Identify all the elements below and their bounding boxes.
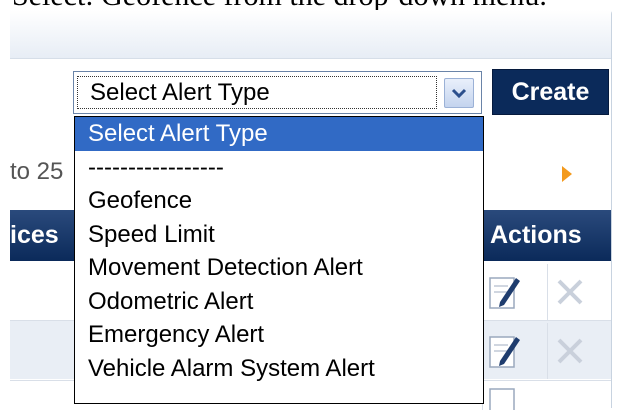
column-header-actions: Actions <box>490 221 582 249</box>
column-header-devices[interactable]: ices <box>10 210 59 261</box>
option-odometric-alert[interactable]: Odometric Alert <box>75 285 483 319</box>
option-vehicle-alarm-system-alert[interactable]: Vehicle Alarm System Alert <box>75 352 483 386</box>
alert-type-dropdown-list[interactable]: Select Alert Type ----------------- Geof… <box>74 116 484 404</box>
edit-icon[interactable] <box>482 264 527 320</box>
option-movement-detection-alert[interactable]: Movement Detection Alert <box>75 251 483 285</box>
option-select-alert-type[interactable]: Select Alert Type <box>75 117 483 151</box>
panel-header <box>10 10 611 59</box>
edit-icon[interactable] <box>482 383 527 410</box>
option-geofence[interactable]: Geofence <box>75 184 483 218</box>
pager-range-text: to 25 <box>10 158 64 185</box>
alert-type-select-value: Select Alert Type <box>77 76 437 109</box>
alert-type-select[interactable]: Select Alert Type <box>73 71 482 114</box>
next-page-icon[interactable] <box>562 166 572 182</box>
delete-icon[interactable] <box>547 264 592 320</box>
edit-icon[interactable] <box>482 323 527 379</box>
option-emergency-alert[interactable]: Emergency Alert <box>75 318 483 352</box>
create-button[interactable]: Create <box>492 69 609 115</box>
option-separator[interactable]: ----------------- <box>75 151 483 185</box>
chevron-down-icon[interactable] <box>444 78 474 108</box>
delete-icon[interactable] <box>547 323 592 379</box>
option-speed-limit[interactable]: Speed Limit <box>75 218 483 252</box>
